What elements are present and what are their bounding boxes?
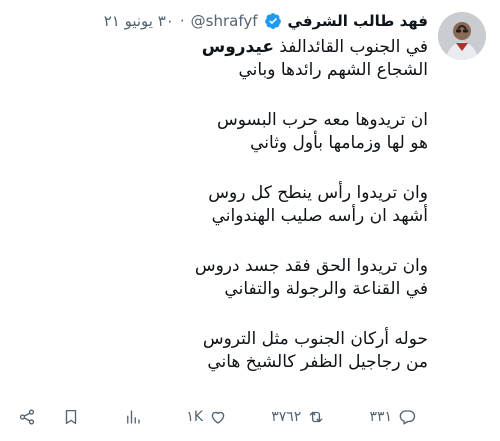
tweet-line: في القناعة والرجولة والتفاني [224, 279, 428, 299]
user-handle[interactable]: @shrafyf [191, 12, 258, 30]
retweet-icon [309, 411, 323, 423]
retweet-button[interactable]: ٣٧٦٢ [271, 408, 325, 426]
tweet-text: في الجنوب القائدالفذ عيدروس الشجاع الشهم… [18, 36, 428, 374]
tweet-line: وان تريدوا رأس ينطح كل روس [208, 183, 428, 203]
tweet-line: وان تريدوا الحق فقد جسد دروس [194, 256, 428, 276]
like-button[interactable]: ١K [186, 408, 227, 426]
views-icon [127, 410, 140, 424]
tweet-card[interactable]: فهد طالب الشرفي @shrafyf · ٣٠ يونيو ٢١ ف… [0, 0, 500, 441]
share-button[interactable] [18, 408, 36, 426]
tweet-line: الشجاع الشهم رائدها وباني [238, 60, 428, 80]
avatar-image [438, 12, 486, 60]
views-button[interactable] [124, 408, 142, 426]
tweet-line: هو لها وزمامها بأول وثاني [250, 133, 428, 153]
verified-badge-icon [264, 13, 281, 29]
retweet-count: ٣٧٦٢ [271, 409, 302, 425]
reply-button[interactable]: ٣٣١ [369, 408, 416, 426]
tweet-line: في الجنوب القائدالفذ عيدروس [18, 36, 428, 59]
tweet-line-text: في الجنوب القائدالفذ [273, 37, 428, 57]
tweet-line: من رجاجيل الظفر كالشيخ هاني [207, 352, 428, 372]
tweet-line-bold-name: عيدروس [201, 37, 274, 57]
like-count: ١K [186, 409, 204, 425]
bookmark-button[interactable] [62, 408, 80, 426]
reply-icon [399, 410, 416, 425]
tweet-line: ان تريدوها معه حرب البسوس [217, 110, 428, 130]
display-name[interactable]: فهد طالب الشرفي [288, 12, 428, 30]
tweet-line: أشهد ان رأسه صليب الهندواني [211, 206, 428, 226]
action-bar: ٣٣١ ٣٧٦٢ ١K [18, 405, 416, 429]
share-icon [19, 409, 35, 425]
bookmark-icon [65, 409, 77, 425]
avatar[interactable] [438, 12, 486, 60]
tweet-date[interactable]: ٣٠ يونيو ٢١ [104, 12, 174, 30]
secondary-actions [18, 408, 80, 426]
tweet-line: حوله أركان الجنوب مثل التروس [202, 329, 428, 349]
tweet-header: فهد طالب الشرفي @shrafyf · ٣٠ يونيو ٢١ [104, 12, 428, 30]
reply-count: ٣٣١ [369, 409, 392, 425]
separator-dot: · [179, 12, 185, 30]
heart-icon [211, 411, 225, 424]
